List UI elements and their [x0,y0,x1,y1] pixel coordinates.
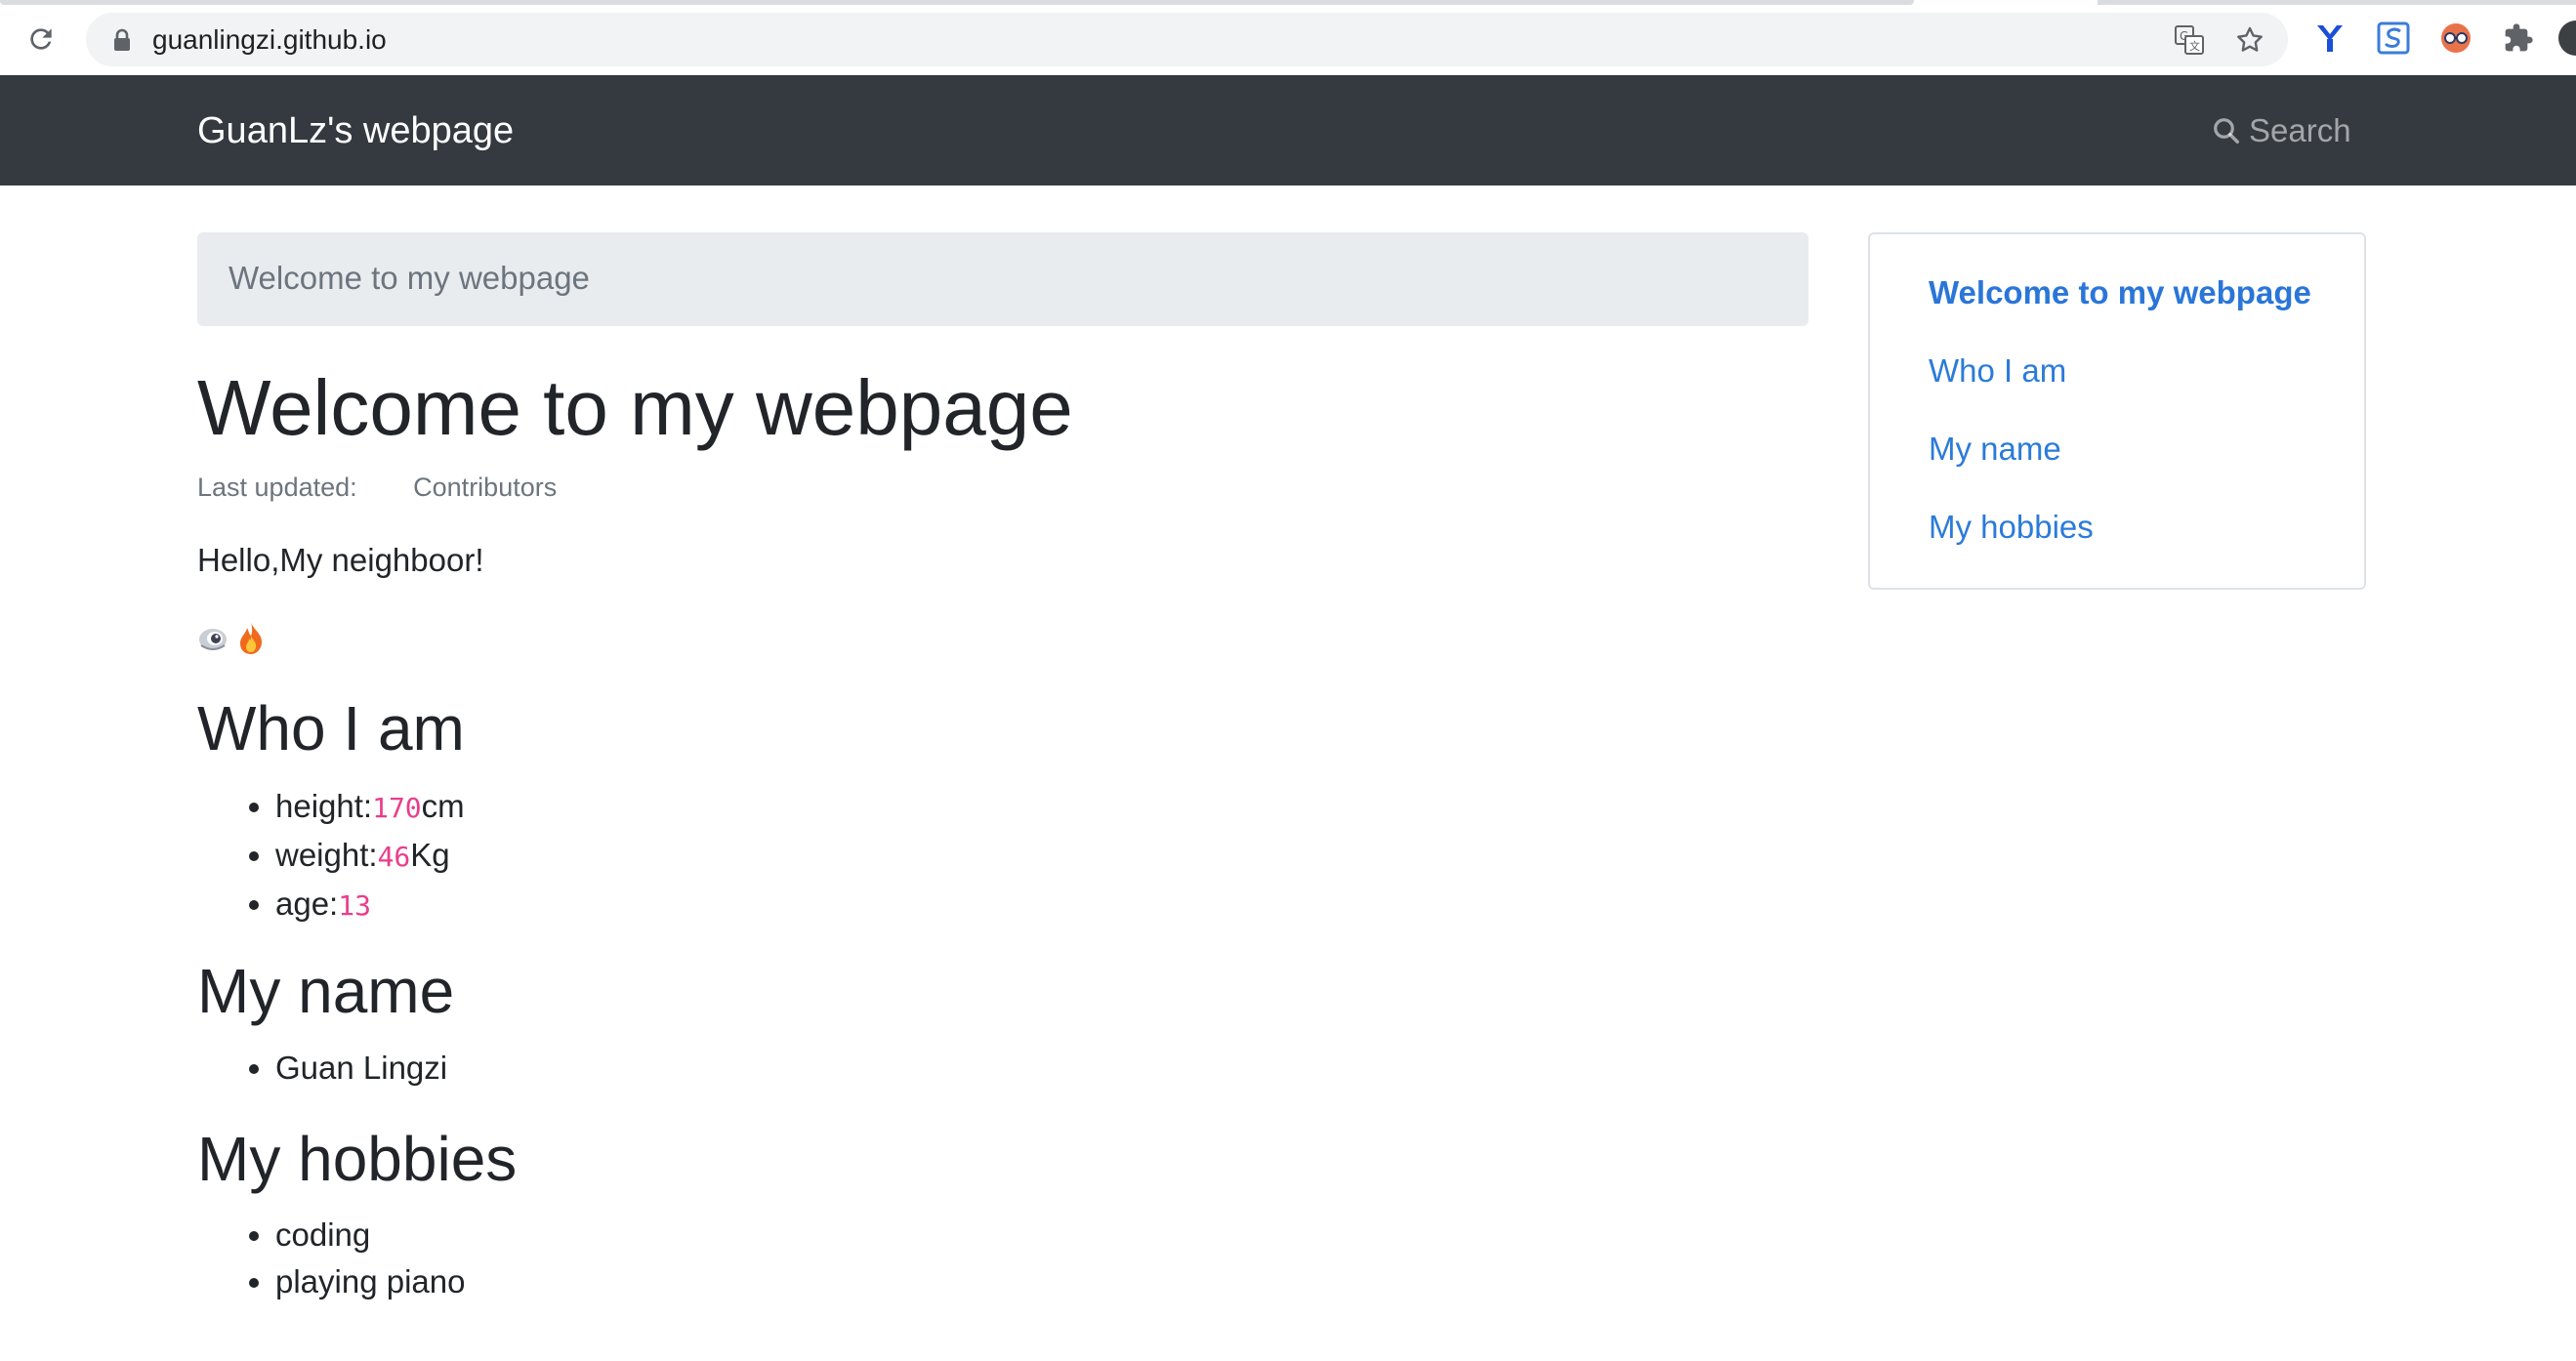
breadcrumb-current: Welcome to my webpage [229,260,590,296]
toc-link-my-hobbies[interactable]: My hobbies [1929,508,2094,547]
section-heading-my-name: My name [197,956,455,1026]
contributors-label: Contributors [413,473,558,502]
search-icon [2214,118,2239,144]
search-button[interactable]: Search [2212,108,2351,153]
reload-icon[interactable] [21,20,61,59]
extensions-puzzle-icon[interactable] [2500,20,2537,57]
last-updated-label: Last updated: [197,473,357,502]
table-of-contents: Welcome to my webpage Who I am My name M… [1868,232,2366,590]
extension-s-icon[interactable] [2375,20,2412,57]
toc-link-who-i-am[interactable]: Who I am [1929,351,2066,391]
svg-text:文: 文 [2189,39,2200,53]
breadcrumb: Welcome to my webpage [197,232,1808,326]
translate-icon[interactable]: G 文 [2172,22,2207,58]
page-meta: Last updated: Contributors [197,471,557,504]
section-heading-who-i-am: Who I am [197,693,465,763]
greeting-text: Hello,My neighboor! [197,542,484,578]
emoji-row [197,620,266,655]
site-brand-link[interactable]: GuanLz's webpage [197,108,514,153]
age-value: 13 [338,889,371,922]
address-bar[interactable]: guanlingzi.github.io G 文 [86,13,2288,66]
list-item: Guan Lingzi [275,1045,447,1092]
tab-strip-edge [2098,0,2576,5]
my-hobbies-list: coding playing piano [197,1212,466,1305]
section-heading-my-hobbies: My hobbies [197,1124,518,1194]
page-title: Welcome to my webpage [197,364,1073,451]
url-text[interactable]: guanlingzi.github.io [152,23,387,57]
lock-icon[interactable] [111,28,135,52]
extension-avatar-icon[interactable] [2437,20,2474,57]
site-navbar: GuanLz's webpage Search [0,75,2576,186]
browser-toolbar: guanlingzi.github.io G 文 [0,0,2576,76]
eye-icon [199,629,227,650]
weight-value: 46 [377,841,411,873]
bookmark-star-icon[interactable] [2232,22,2267,58]
height-value: 170 [372,792,422,824]
fire-icon [240,622,263,654]
toc-link-my-name[interactable]: My name [1929,430,2061,469]
toc-link-welcome[interactable]: Welcome to my webpage [1929,273,2311,312]
my-name-list: Guan Lingzi [197,1045,447,1092]
who-i-am-list: height:170cm weight:46Kg age:13 [197,783,465,929]
list-item: coding [275,1212,466,1258]
list-item: weight:46Kg [275,832,465,881]
extension-y-icon[interactable] [2311,20,2348,57]
list-item: height:170cm [275,783,465,832]
list-item: age:13 [275,881,465,929]
search-label: Search [2249,112,2351,148]
tab-strip-edge [0,0,1914,5]
list-item: playing piano [275,1258,466,1305]
profile-avatar-icon[interactable] [2556,20,2576,57]
